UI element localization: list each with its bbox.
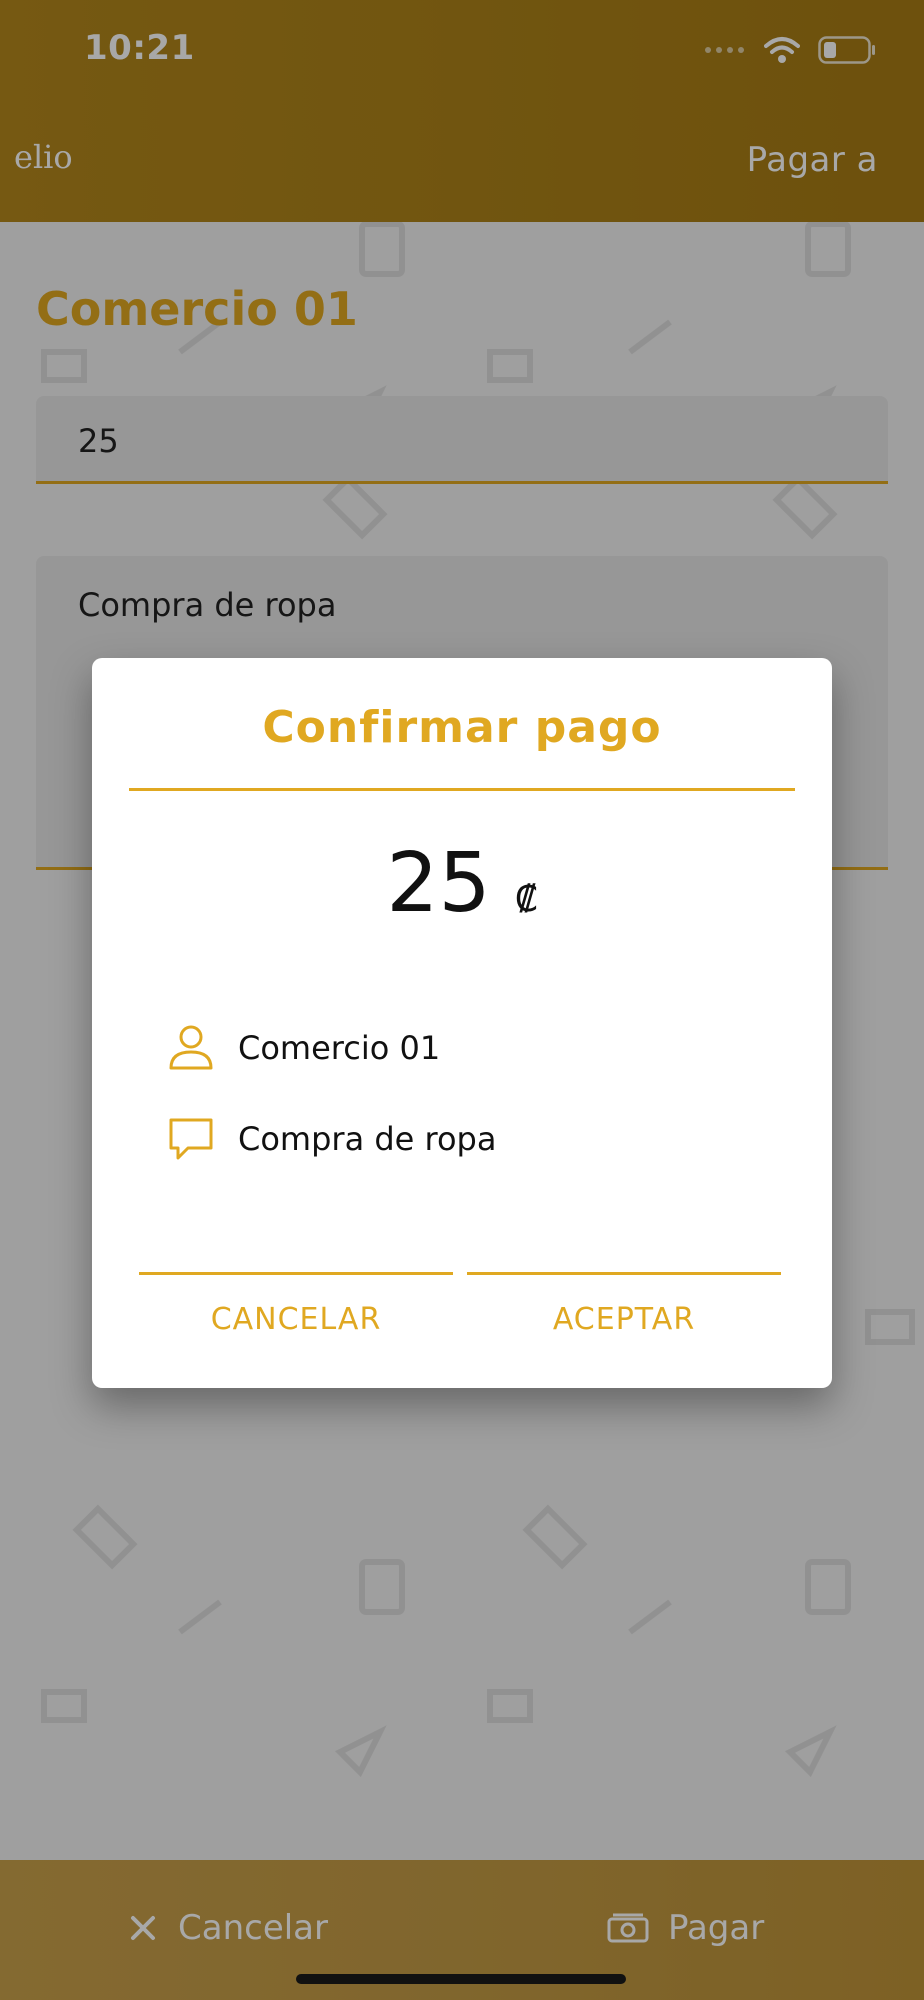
- dialog-divider: [129, 788, 795, 791]
- user-icon: [169, 1025, 213, 1070]
- chat-icon: [169, 1118, 213, 1160]
- description-text: Compra de ropa: [238, 1120, 497, 1158]
- cancel-button[interactable]: CANCELAR: [139, 1302, 453, 1337]
- description-row: Compra de ropa: [168, 1116, 496, 1162]
- amount-value: 25: [386, 836, 491, 931]
- dialog-amount: 25 ₡: [92, 836, 832, 931]
- accept-button-divider: [467, 1272, 781, 1275]
- merchant-row: Comercio 01: [168, 1024, 440, 1072]
- merchant-name: Comercio 01: [238, 1029, 441, 1067]
- dialog-title: Confirmar pago: [262, 702, 662, 753]
- currency-symbol: ₡: [514, 879, 538, 920]
- confirm-payment-dialog: Confirmar pago 25 ₡ Comercio 01 Compra d…: [92, 658, 832, 1388]
- accept-button[interactable]: ACEPTAR: [467, 1302, 781, 1337]
- cancel-button-divider: [139, 1272, 453, 1275]
